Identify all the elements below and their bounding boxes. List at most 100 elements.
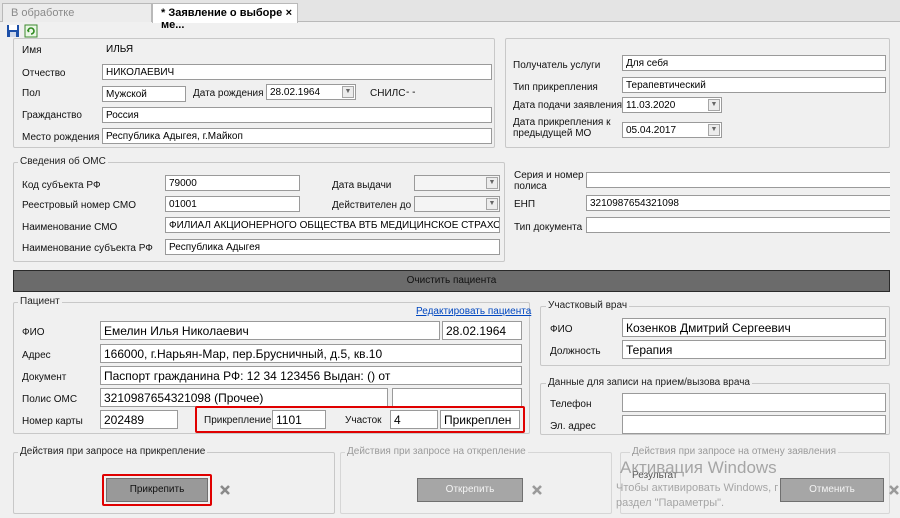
activation-watermark-title: Активация Windows [620, 458, 777, 477]
refresh-icon[interactable] [24, 24, 38, 38]
doctor-fio-field[interactable]: Козенков Дмитрий Сергеевич [622, 318, 886, 337]
oms-title: Сведения об ОМС [18, 156, 108, 167]
district-field[interactable]: 4 [390, 410, 438, 429]
enp-label: ЕНП [514, 199, 536, 210]
delete-x-icon[interactable] [218, 483, 232, 497]
phone-label: Телефон [550, 399, 592, 410]
submit-date-label: Дата подачи заявления [513, 100, 622, 111]
edit-patient-link[interactable]: Редактировать пациента [416, 306, 531, 317]
patronymic-field[interactable]: НИКОЛАЕВИЧ [102, 64, 492, 80]
citizenship-label: Гражданство [22, 110, 82, 121]
valid-until-field[interactable]: ▼ [414, 196, 500, 212]
tab-application[interactable]: * Заявление о выборе ме... × [152, 3, 298, 31]
doctor-title: Участковый врач [546, 300, 630, 311]
doctor-fio-label: ФИО [550, 324, 573, 335]
patronymic-label: Отчество [22, 68, 66, 79]
prev-date-field[interactable]: 05.04.2017 ▼ [622, 122, 722, 138]
detach-button-label: Открепить [445, 484, 495, 495]
clear-patient-label: Очистить пациента [406, 275, 497, 286]
address-label: Адрес [22, 350, 51, 361]
attach-button[interactable]: Прикрепить [106, 478, 208, 502]
calendar-dropdown-icon[interactable]: ▼ [708, 99, 720, 111]
smo-name-label: Наименование СМО [22, 222, 118, 233]
issue-date-field[interactable]: ▼ [414, 175, 500, 191]
detach-button[interactable]: Открепить [417, 478, 523, 502]
name-field[interactable]: ИЛЬЯ [102, 41, 492, 57]
policy-field[interactable]: 3210987654321098 (Прочее) [100, 388, 388, 407]
doc-type-label: Тип документа [514, 222, 583, 233]
dob-field[interactable]: 28.02.1964 ▼ [266, 84, 356, 100]
attach-type-label: Тип прикрепления [513, 82, 598, 93]
citizenship-field[interactable]: Россия [102, 107, 492, 123]
card-field[interactable]: 202489 [100, 410, 178, 429]
delete-x-icon[interactable] [530, 483, 544, 497]
subject-name-field[interactable]: Республика Адыгея [165, 239, 500, 255]
recipient-label: Получатель услуги [513, 60, 601, 71]
subject-code-label: Код субъекта РФ [22, 180, 101, 191]
address-field[interactable]: 166000, г.Нарьян-Мар, пер.Брусничный, д.… [100, 344, 522, 363]
tab-bar: В обработке * Заявление о выборе ме... × [0, 0, 900, 31]
attach-field[interactable]: 1101 [272, 410, 326, 429]
cancel-button-label: Отменить [809, 484, 855, 495]
doc-type-field[interactable] [586, 217, 890, 233]
attach-status-field[interactable]: Прикреплен [440, 410, 520, 429]
subject-code-field[interactable]: 79000 [165, 175, 300, 191]
card-label: Номер карты [22, 416, 83, 427]
patient-dob-field[interactable]: 28.02.1964 [442, 321, 522, 340]
valid-until-label: Действителен до [332, 200, 412, 211]
submit-date-field[interactable]: 11.03.2020 ▼ [622, 97, 722, 113]
prev-date-label: Дата прикрепления к предыдущей МО [513, 117, 611, 139]
calendar-dropdown-icon[interactable]: ▼ [342, 86, 354, 98]
series-label: Серия и номер полиса [514, 170, 584, 192]
cancel-actions-title: Действия при запросе на отмену заявления [630, 446, 839, 457]
district-label: Участок [345, 415, 382, 426]
calendar-dropdown-icon[interactable]: ▼ [708, 124, 720, 136]
snils-field[interactable]: - - [402, 84, 490, 100]
close-tab-icon[interactable]: × [286, 7, 292, 19]
floppy-disk-icon[interactable] [6, 24, 20, 38]
appointment-title: Данные для записи на прием/вызова врача [546, 377, 752, 388]
calendar-dropdown-icon[interactable]: ▼ [486, 198, 498, 210]
registry-label: Реестровый номер СМО [22, 200, 136, 211]
issue-date-label: Дата выдачи [332, 180, 392, 191]
sex-field[interactable]: Мужской [102, 86, 186, 102]
document-field[interactable]: Паспорт гражданина РФ: 12 34 123456 Выда… [100, 366, 522, 385]
series-field[interactable] [586, 172, 890, 188]
attach-type-field[interactable]: Терапевтический [622, 77, 886, 93]
clear-patient-button[interactable]: Очистить пациента [13, 270, 890, 292]
attach-button-label: Прикрепить [129, 484, 185, 495]
prev-date-value: 05.04.2017 [626, 125, 677, 136]
tab-label: В обработке [11, 7, 75, 19]
enp-field[interactable]: 3210987654321098 [586, 195, 890, 211]
doctor-position-label: Должность [550, 346, 601, 357]
cancel-button[interactable]: Отменить [780, 478, 884, 502]
birthplace-label: Место рождения [22, 132, 100, 143]
patient-title: Пациент [18, 296, 62, 307]
submit-date-value: 11.03.2020 [626, 100, 676, 111]
sex-label: Пол [22, 88, 41, 99]
phone-field[interactable] [622, 393, 886, 412]
activation-watermark-line3: раздел "Параметры". [616, 497, 725, 509]
delete-x-icon[interactable] [887, 483, 899, 497]
calendar-dropdown-icon[interactable]: ▼ [486, 177, 498, 189]
patient-fio-label: ФИО [22, 327, 45, 338]
snils-label: СНИЛС [370, 88, 406, 99]
doctor-position-field[interactable]: Терапия [622, 340, 886, 359]
dob-label: Дата рождения [193, 88, 264, 99]
email-field[interactable] [622, 415, 886, 434]
policy-extra-field[interactable] [392, 388, 522, 407]
recipient-field[interactable]: Для себя [622, 55, 886, 71]
registry-field[interactable]: 01001 [165, 196, 300, 212]
smo-name-field[interactable]: ФИЛИАЛ АКЦИОНЕРНОГО ОБЩЕСТВА ВТБ МЕДИЦИН… [165, 217, 500, 233]
tab-in-processing[interactable]: В обработке [2, 3, 152, 22]
name-label: Имя [22, 45, 42, 56]
activation-watermark-line2: Чтобы активировать Windows, перейдите в [616, 482, 778, 494]
subject-name-label: Наименование субъекта РФ [22, 243, 153, 254]
patient-fio-field[interactable]: Емелин Илья Николаевич [100, 321, 440, 340]
birthplace-field[interactable]: Республика Адыгея, г.Майкоп [102, 128, 492, 144]
dob-value: 28.02.1964 [270, 87, 321, 98]
email-label: Эл. адрес [550, 421, 596, 432]
policy-label: Полис ОМС [22, 394, 78, 405]
attach-label: Прикрепление [204, 415, 272, 426]
attach-actions-title: Действия при запросе на прикрепление [18, 446, 208, 457]
